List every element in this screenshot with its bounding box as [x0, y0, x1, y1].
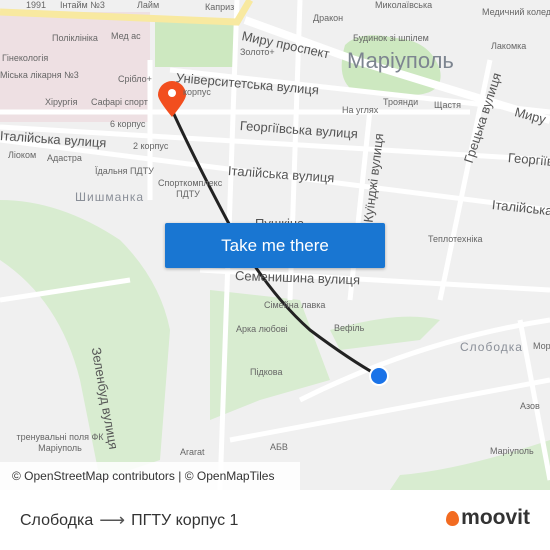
poi-label: Їдальня ПДТУ — [95, 166, 154, 176]
arrow-right-icon: ⟶ — [99, 510, 126, 530]
poi-label: Хірургія — [45, 97, 78, 107]
poi-label: На углях — [342, 105, 379, 115]
poi-label: Будинок зі шпілем — [353, 33, 429, 43]
poi-label: Каприз — [205, 2, 235, 12]
map[interactable]: Маріуполь Шишманка Слободка Миру проспек… — [0, 0, 550, 490]
poi-label: Медичний коледж — [482, 7, 550, 17]
footer: Слободка ⟶ ПГТУ корпус 1 moovit — [0, 490, 550, 550]
poi-label: 2 корпус — [133, 141, 169, 151]
poi-label: Азов — [520, 401, 540, 411]
poi-label: Сафарі спорт — [91, 97, 148, 107]
poi-label: Дракон — [313, 13, 344, 23]
poi-label: Срібло+ — [118, 74, 152, 84]
poi-label: Маріуполь — [490, 446, 534, 456]
district-label: Слободка — [460, 340, 523, 354]
poi-label: Спорткомплекс ПДТУ — [158, 178, 223, 199]
poi-label: Щастя — [434, 100, 462, 110]
moovit-logo-text: moovit — [461, 506, 530, 529]
poi-label: Сімейна лавка — [264, 300, 326, 310]
poi-label: Лакомка — [491, 41, 527, 51]
poi-label: Поліклініка — [52, 33, 98, 43]
poi-label: Лайм — [137, 0, 160, 10]
poi-label: Арка любові — [236, 324, 288, 334]
map-attribution[interactable]: © OpenStreetMap contributors | © OpenMap… — [0, 462, 300, 490]
poi-label: Золото+ — [240, 47, 275, 57]
poi-label: 1991 — [26, 0, 47, 10]
poi-label: Інтайм №3 — [60, 0, 105, 10]
poi-label: корпус — [183, 87, 211, 97]
poi-label: Адастра — [47, 153, 82, 163]
poi-label: 6 корпус — [110, 119, 146, 129]
poi-label: Мед ас — [111, 31, 141, 41]
origin-name: Слободка — [20, 511, 94, 529]
poi-label: Теплотехніка — [428, 234, 483, 244]
poi-label: Троянди — [383, 97, 419, 107]
poi-label: Підкова — [250, 367, 283, 377]
poi-label: АБВ — [270, 442, 288, 452]
city-label: Маріуполь — [347, 48, 454, 73]
poi-label: Міська лікарня №3 — [0, 70, 79, 80]
moovit-pin-icon — [446, 510, 460, 526]
poi-label: Ararat — [180, 447, 205, 457]
poi-label: Миколаївська — [375, 0, 433, 10]
poi-label: тренувальні поля ФК Маріуполь — [16, 432, 104, 453]
district-label: Шишманка — [75, 190, 145, 204]
poi-label: Гінекологія — [2, 53, 49, 63]
origin-dot — [369, 366, 389, 386]
poi-label: Мор — [533, 341, 550, 351]
take-me-there-button[interactable]: Take me there — [165, 223, 385, 268]
moovit-logo[interactable]: moovit — [446, 506, 530, 530]
poi-label: Вефіль — [334, 323, 365, 333]
route-title: Слободка ⟶ ПГТУ корпус 1 — [20, 510, 238, 531]
destination-name: ПГТУ корпус 1 — [131, 511, 239, 529]
poi-label: Ліоком — [8, 150, 37, 160]
